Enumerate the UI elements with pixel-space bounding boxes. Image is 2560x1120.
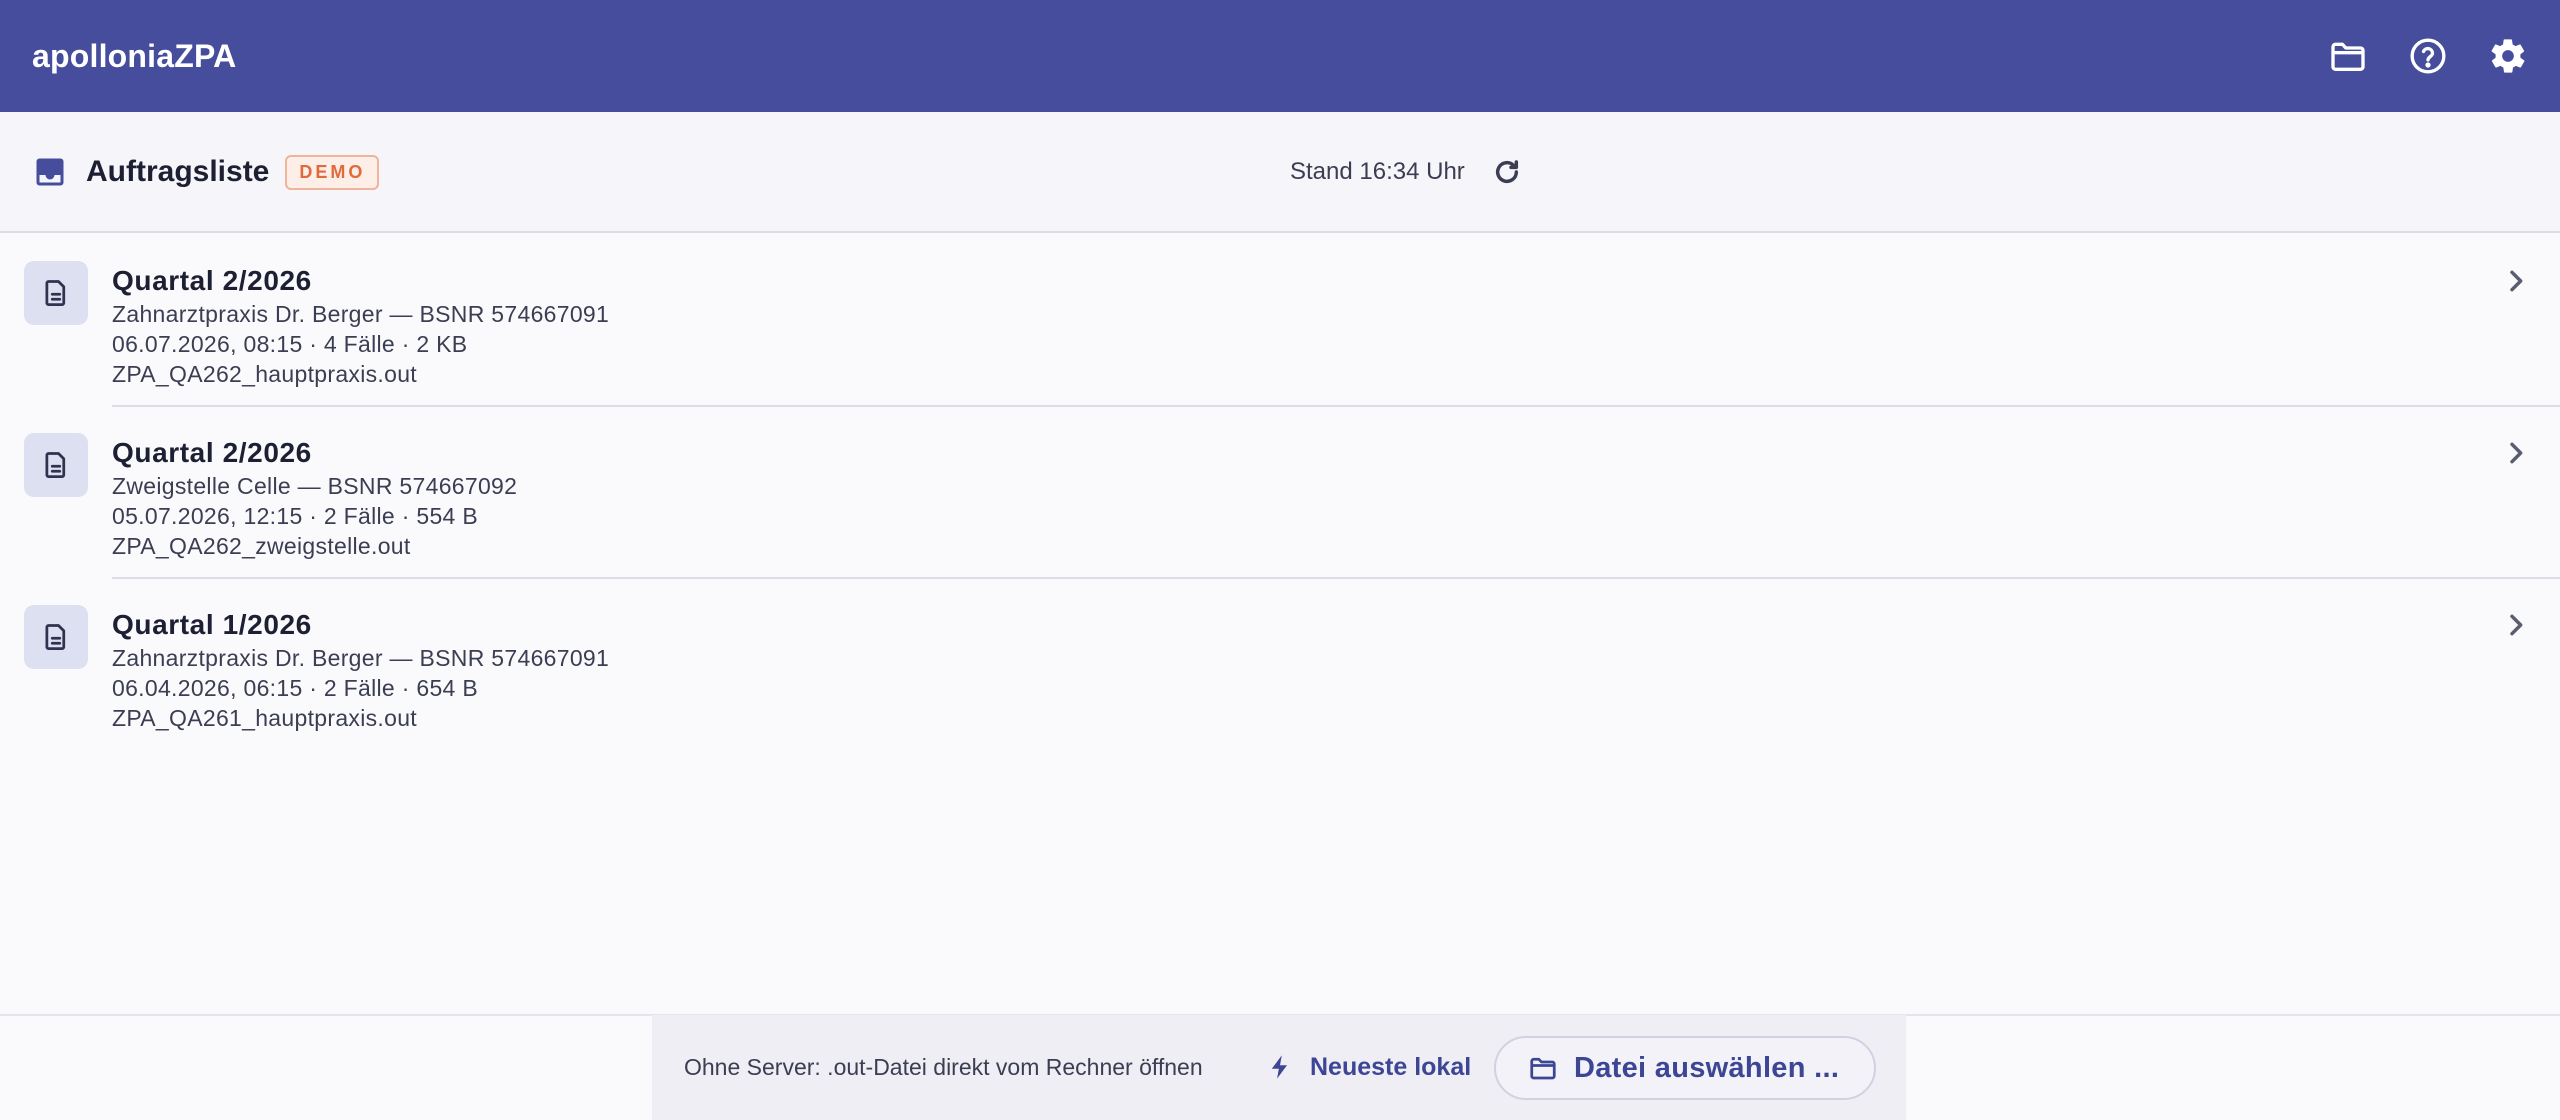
document-avatar	[24, 433, 88, 497]
document-avatar	[24, 261, 88, 325]
inbox-icon	[36, 158, 64, 186]
page-title: Auftragsliste	[86, 155, 270, 188]
gear-icon	[2491, 39, 2525, 73]
order-list: Quartal 2/2026 Zahnarztpraxis Dr. Berger…	[0, 233, 2560, 749]
item-practice: Zahnarztpraxis Dr. Berger — BSNR 5746670…	[112, 645, 610, 671]
item-practice: Zweigstelle Celle — BSNR 574667092	[112, 473, 518, 499]
item-title: Quartal 1/2026	[112, 609, 312, 640]
status-group: Stand 16:34 Uhr	[1290, 112, 1523, 232]
document-icon	[45, 452, 66, 478]
choose-file-label: Datei auswählen ...	[1574, 1051, 1840, 1084]
lightning-icon	[1271, 1055, 1287, 1079]
last-updated-text: Stand 16:34 Uhr	[1290, 158, 1465, 185]
item-meta: 05.07.2026, 12:15 · 2 Fälle · 554 B	[112, 503, 478, 529]
folder-icon	[2331, 42, 2365, 72]
list-item-text: Quartal 2/2026 Zweigstelle Celle — BSNR …	[112, 435, 517, 561]
item-filename: ZPA_QA262_zweigstelle.out	[112, 533, 411, 559]
demo-badge: DEMO	[285, 154, 380, 190]
app-title: apolloniaZPA	[32, 37, 237, 74]
item-meta: 06.07.2026, 08:15 · 4 Fälle · 2 KB	[112, 331, 468, 357]
item-filename: ZPA_QA261_hauptpraxis.out	[112, 705, 417, 731]
list-item-text: Quartal 1/2026 Zahnarztpraxis Dr. Berger…	[112, 607, 609, 733]
refresh-icon[interactable]	[1491, 156, 1523, 188]
item-practice: Zahnarztpraxis Dr. Berger — BSNR 5746670…	[112, 301, 610, 327]
list-item-text: Quartal 2/2026 Zahnarztpraxis Dr. Berger…	[112, 263, 609, 389]
item-title: Quartal 2/2026	[112, 265, 312, 296]
item-title: Quartal 2/2026	[112, 437, 312, 468]
document-avatar	[24, 605, 88, 669]
open-folder-button[interactable]	[2320, 28, 2376, 84]
app-bar-actions	[2320, 0, 2536, 112]
item-meta: 06.04.2026, 06:15 · 2 Fälle · 654 B	[112, 675, 478, 701]
choose-file-button[interactable]: Datei auswählen ...	[1494, 1036, 1876, 1100]
local-open-bar: Ohne Server: .out-Datei direkt vom Rechn…	[652, 1015, 1906, 1120]
open-latest-label: Neueste lokal	[1310, 1052, 1472, 1081]
list-toolbar: Auftragsliste DEMO Stand 16:34 Uhr	[0, 112, 2560, 233]
item-filename: ZPA_QA262_hauptpraxis.out	[112, 361, 417, 387]
list-item[interactable]: Quartal 1/2026 Zahnarztpraxis Dr. Berger…	[0, 577, 2560, 749]
chevron-right-icon	[2510, 270, 2523, 292]
help-icon	[2410, 38, 2446, 74]
chevron-right-icon	[2510, 442, 2523, 464]
document-icon	[45, 624, 66, 650]
footer-hint: Ohne Server: .out-Datei direkt vom Rechn…	[684, 1054, 1203, 1080]
settings-button[interactable]	[2480, 28, 2536, 84]
toolbar-title-group: Auftragsliste DEMO	[32, 112, 380, 232]
folder-icon	[1530, 1057, 1556, 1080]
help-button[interactable]	[2400, 28, 2456, 84]
chevron-right-icon	[2510, 614, 2523, 636]
document-icon	[45, 280, 66, 306]
list-item[interactable]: Quartal 2/2026 Zahnarztpraxis Dr. Berger…	[0, 233, 2560, 405]
app-bar: apolloniaZPA	[0, 0, 2560, 112]
list-item[interactable]: Quartal 2/2026 Zweigstelle Celle — BSNR …	[0, 405, 2560, 577]
open-latest-local-button[interactable]: Neueste lokal	[1266, 1037, 1471, 1097]
